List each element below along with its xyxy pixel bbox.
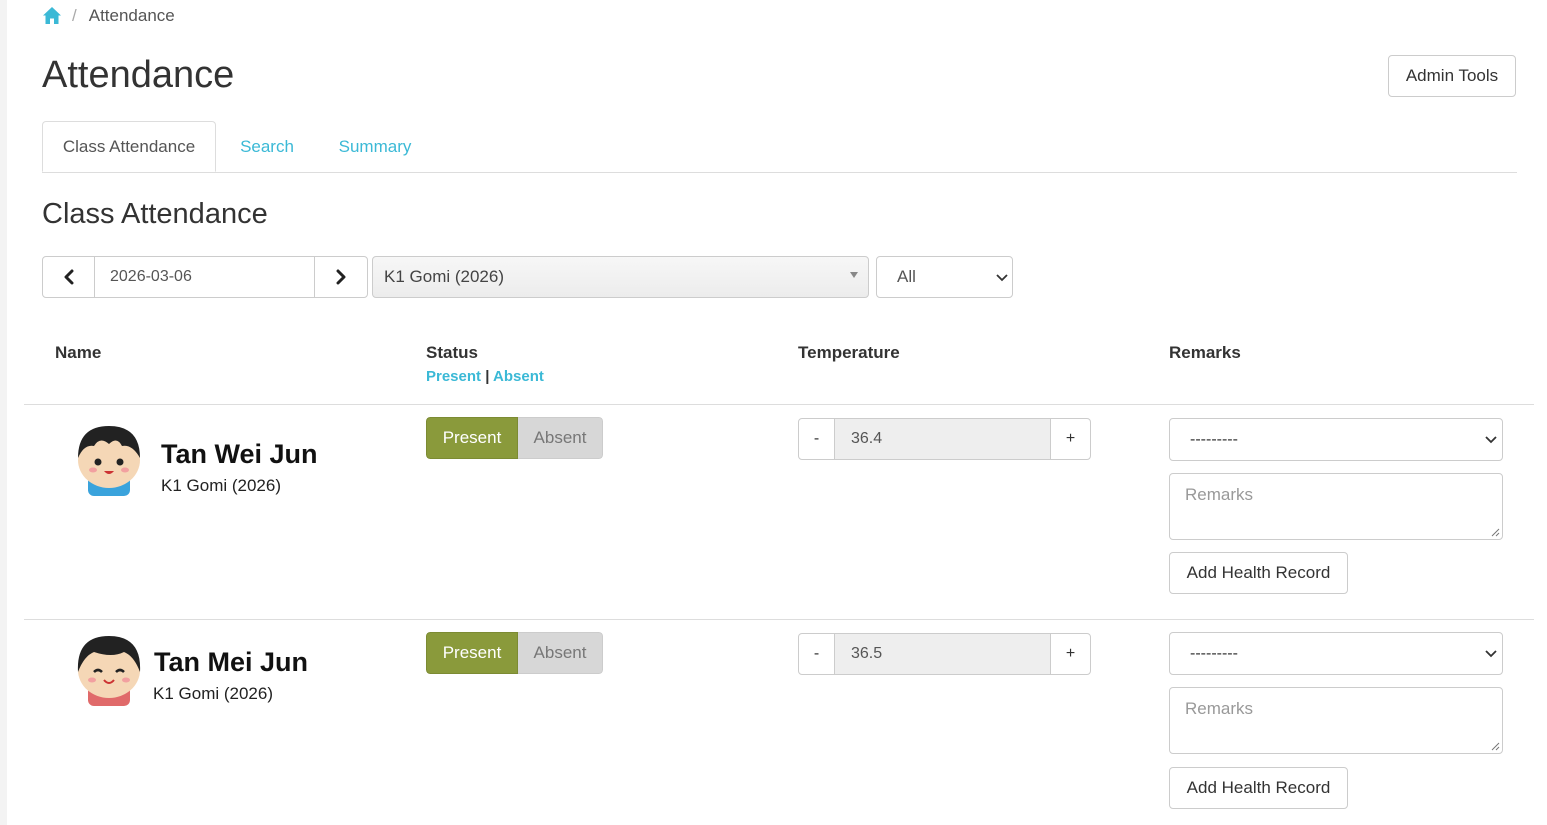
chevron-down-icon [996, 274, 1008, 282]
page-title: Attendance [42, 54, 235, 96]
left-gutter [0, 0, 7, 825]
header-status: Status [426, 343, 478, 362]
absent-button[interactable]: Absent [518, 632, 603, 674]
temperature-decrement-button[interactable]: - [798, 418, 835, 460]
date-navigator: 2026-03-06 [42, 256, 368, 298]
student-name[interactable]: Tan Mei Jun [154, 647, 308, 678]
home-icon[interactable] [42, 6, 62, 26]
tab-class-attendance[interactable]: Class Attendance [42, 121, 216, 172]
header-name: Name [55, 343, 102, 362]
filter-select-value: All [897, 267, 916, 286]
remark-select[interactable]: --------- [1169, 418, 1503, 461]
present-button[interactable]: Present [426, 632, 518, 674]
class-select[interactable]: K1 Gomi (2026) [372, 256, 869, 298]
date-input[interactable]: 2026-03-06 [95, 256, 314, 298]
mark-all-present-link[interactable]: Present [426, 368, 481, 385]
chevron-down-icon [1485, 436, 1497, 444]
remarks-textarea[interactable]: Remarks [1169, 687, 1503, 754]
row-divider [24, 619, 1534, 620]
chevron-right-icon [336, 269, 346, 285]
temperature-increment-button[interactable]: + [1050, 633, 1091, 675]
student-avatar [77, 636, 141, 706]
remarks-textarea[interactable]: Remarks [1169, 473, 1503, 540]
breadcrumb-current: Attendance [88, 6, 175, 25]
caret-down-icon [850, 272, 858, 278]
prev-date-button[interactable] [42, 256, 95, 298]
absent-button[interactable]: Absent [518, 417, 603, 459]
status-bulk-links: Present | Absent [426, 368, 544, 385]
chevron-down-icon [1485, 650, 1497, 658]
remarks-placeholder: Remarks [1185, 485, 1254, 504]
status-toggle: Present Absent [426, 632, 603, 674]
header-remarks: Remarks [1169, 343, 1241, 362]
admin-tools-button[interactable]: Admin Tools [1388, 55, 1516, 97]
add-health-record-button[interactable]: Add Health Record [1169, 767, 1348, 809]
mark-all-absent-link[interactable]: Absent [493, 368, 544, 385]
status-toggle: Present Absent [426, 417, 603, 459]
next-date-button[interactable] [314, 256, 368, 298]
resize-grip-icon[interactable] [1490, 741, 1500, 751]
temperature-increment-button[interactable]: + [1050, 418, 1091, 460]
status-links-separator: | [485, 368, 490, 385]
student-name[interactable]: Tan Wei Jun [161, 439, 318, 470]
breadcrumb: / Attendance [42, 5, 175, 27]
student-class: K1 Gomi (2026) [153, 684, 273, 703]
temperature-input[interactable]: 36.4 [835, 418, 1050, 460]
tab-bar: Class Attendance Search Summary [42, 121, 1517, 173]
remarks-placeholder: Remarks [1185, 699, 1254, 718]
filter-select[interactable]: All [876, 256, 1013, 298]
resize-grip-icon[interactable] [1490, 527, 1500, 537]
row-divider [24, 404, 1534, 405]
temperature-decrement-button[interactable]: - [798, 633, 835, 675]
header-temperature: Temperature [798, 343, 900, 362]
student-class: K1 Gomi (2026) [161, 476, 281, 495]
tab-search[interactable]: Search [240, 121, 294, 172]
breadcrumb-separator: / [72, 6, 77, 25]
temperature-input[interactable]: 36.5 [835, 633, 1050, 675]
class-select-value: K1 Gomi (2026) [384, 267, 504, 286]
remark-select-value: --------- [1190, 430, 1238, 448]
remark-select-value: --------- [1190, 644, 1238, 662]
chevron-left-icon [64, 269, 73, 285]
present-button[interactable]: Present [426, 417, 518, 459]
add-health-record-button[interactable]: Add Health Record [1169, 552, 1348, 594]
temperature-stepper: - 36.5 + [798, 633, 1091, 675]
remark-select[interactable]: --------- [1169, 632, 1503, 675]
tab-summary[interactable]: Summary [337, 121, 413, 172]
student-avatar [78, 426, 140, 496]
section-title: Class Attendance [42, 198, 268, 230]
temperature-stepper: - 36.4 + [798, 418, 1091, 460]
